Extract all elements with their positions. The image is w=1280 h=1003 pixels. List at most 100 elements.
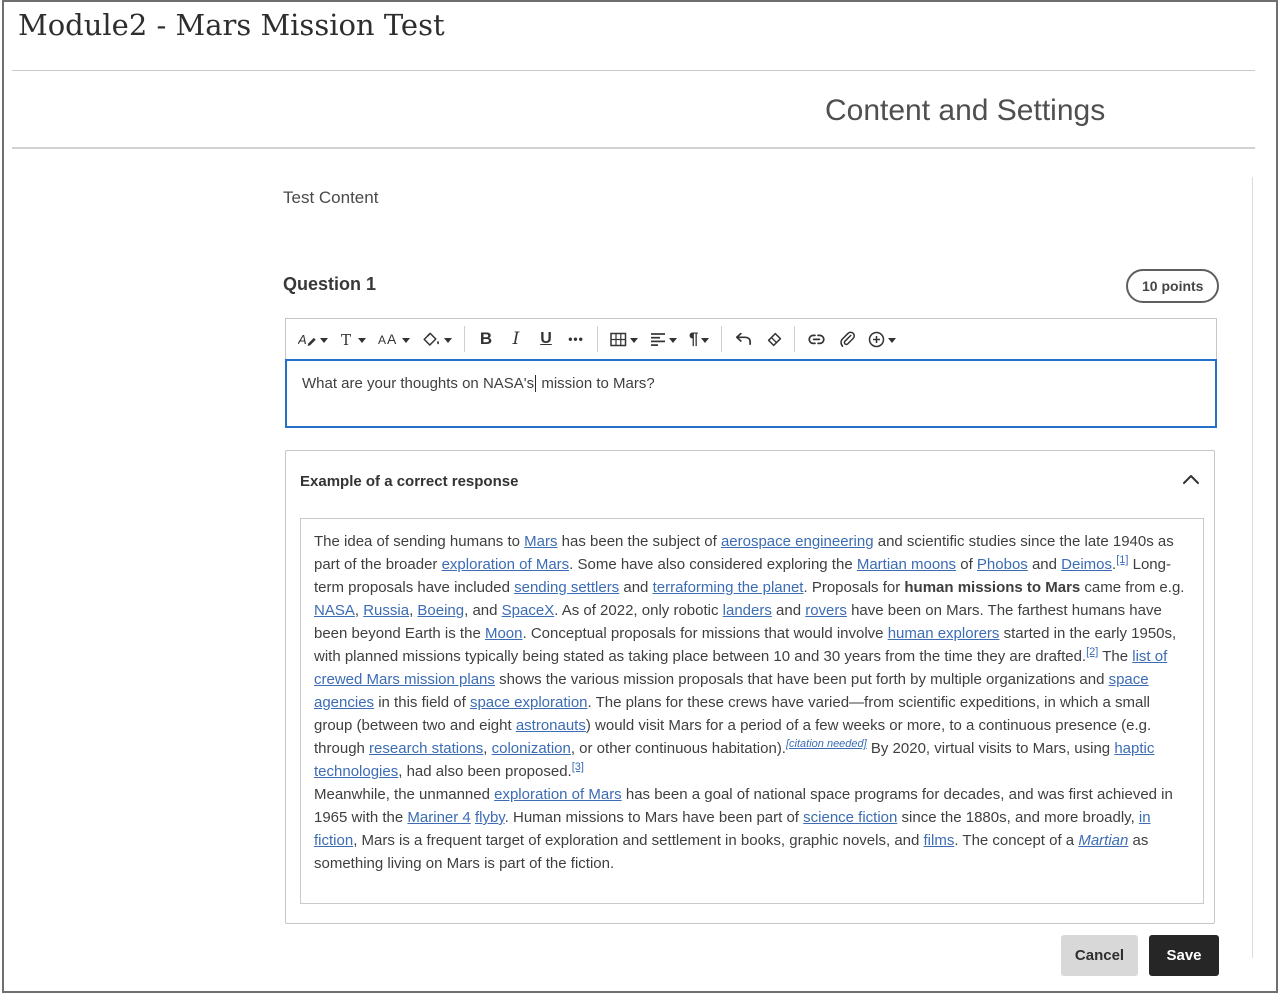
text-run: By 2020, virtual visits to Mars, using	[867, 740, 1115, 757]
text-color-button[interactable]: A	[292, 324, 334, 354]
header-divider-bottom	[12, 147, 1255, 149]
link-icon	[807, 333, 826, 346]
attachment-icon	[839, 331, 855, 348]
inline-link[interactable]: Phobos	[977, 556, 1028, 573]
undo-button[interactable]	[728, 324, 758, 354]
text-run: , or other continuous habitation).	[571, 740, 786, 757]
text-run: and	[619, 579, 652, 596]
inline-link[interactable]: Martian moons	[857, 556, 956, 573]
text-style-icon: T	[340, 331, 355, 348]
question-text-after-cursor: mission to Mars?	[537, 375, 655, 392]
inline-link[interactable]: Mariner 4	[407, 809, 470, 826]
more-options-button[interactable]: •••	[561, 324, 591, 354]
fill-color-button[interactable]	[416, 324, 458, 354]
paragraph-icon: ¶	[689, 329, 698, 349]
inline-link[interactable]: aerospace engineering	[721, 533, 874, 550]
text-run: has been the subject of	[557, 533, 720, 550]
inline-link[interactable]: [3]	[572, 761, 584, 773]
paragraph-button[interactable]: ¶	[683, 324, 715, 354]
caret-down-icon	[630, 338, 638, 343]
header-divider-top	[12, 70, 1255, 71]
inline-link[interactable]: exploration of Mars	[442, 556, 570, 573]
text-run: . The concept of a	[954, 832, 1078, 849]
text-cursor	[535, 375, 536, 392]
inline-link[interactable]: Martian	[1078, 832, 1128, 849]
svg-text:A: A	[298, 332, 307, 347]
table-icon	[610, 332, 627, 347]
inline-link[interactable]: [citation needed]	[786, 738, 867, 750]
save-button[interactable]: Save	[1149, 935, 1219, 976]
underline-button[interactable]: U	[531, 324, 561, 354]
text-run: , had also been proposed.	[398, 763, 571, 780]
inline-link[interactable]: Moon	[485, 625, 523, 642]
inline-link[interactable]: SpaceX	[502, 602, 555, 619]
link-button[interactable]	[801, 324, 832, 354]
inline-link[interactable]: Mars	[524, 533, 557, 550]
inline-link[interactable]: science fiction	[803, 809, 897, 826]
panel-title: Content and Settings	[825, 94, 1105, 128]
italic-button[interactable]: I	[501, 324, 531, 354]
undo-icon	[735, 332, 752, 346]
inline-link[interactable]: flyby	[475, 809, 505, 826]
inline-link[interactable]: colonization	[492, 740, 571, 757]
bold-icon: B	[480, 329, 492, 349]
text-run: , Mars is a frequent target of explorati…	[353, 832, 923, 849]
more-icon: •••	[568, 332, 584, 346]
inline-link[interactable]: terraforming the planet	[653, 579, 804, 596]
caret-down-icon	[888, 338, 896, 343]
question-text-input[interactable]: What are your thoughts on NASA's mission…	[285, 359, 1217, 428]
bold-button[interactable]: B	[471, 324, 501, 354]
text-run: The idea of sending humans to	[314, 533, 524, 550]
svg-text:A: A	[378, 333, 386, 347]
test-content-label: Test Content	[283, 188, 378, 208]
font-size-icon: AA	[378, 331, 399, 348]
text-run: in this field of	[374, 694, 470, 711]
table-button[interactable]	[604, 324, 644, 354]
caret-down-icon	[669, 338, 677, 343]
example-response-text[interactable]: The idea of sending humans to Mars has b…	[300, 518, 1204, 904]
text-run: , and	[464, 602, 502, 619]
font-size-button[interactable]: AA	[372, 324, 416, 354]
inline-link[interactable]: human explorers	[888, 625, 1000, 642]
toolbar-separator	[721, 326, 722, 352]
text-style-button[interactable]: T	[334, 324, 372, 354]
eraser-button[interactable]	[758, 324, 788, 354]
inline-link[interactable]: space exploration	[470, 694, 588, 711]
caret-down-icon	[320, 338, 328, 343]
inline-link[interactable]: Boeing	[417, 602, 464, 619]
text-run: Meanwhile, the unmanned	[314, 786, 494, 803]
inline-link[interactable]: films	[924, 832, 955, 849]
inline-link[interactable]: exploration of Mars	[494, 786, 622, 803]
example-response-section: Example of a correct response The idea o…	[285, 450, 1215, 924]
toolbar-separator	[464, 326, 465, 352]
inline-link[interactable]: NASA	[314, 602, 355, 619]
text-run: . Proposals for	[803, 579, 904, 596]
eraser-icon	[765, 332, 782, 347]
text-run: came from e.g.	[1080, 579, 1184, 596]
text-run: . Conceptual proposals for missions that…	[523, 625, 888, 642]
text-run: shows the various mission proposals that…	[495, 671, 1109, 688]
inline-link[interactable]: research stations	[369, 740, 483, 757]
points-badge[interactable]: 10 points	[1126, 269, 1219, 303]
inline-link[interactable]: Russia	[363, 602, 409, 619]
inline-link[interactable]: [2]	[1086, 646, 1098, 658]
toolbar-separator	[794, 326, 795, 352]
collapse-section-button[interactable]	[1180, 471, 1202, 490]
align-icon	[650, 332, 666, 347]
cancel-button[interactable]: Cancel	[1061, 935, 1138, 976]
inline-link[interactable]: [1]	[1116, 554, 1128, 566]
inline-link[interactable]: landers	[723, 602, 772, 619]
text-run: ,	[355, 602, 363, 619]
inline-link[interactable]: astronauts	[516, 717, 586, 734]
inline-link[interactable]: rovers	[805, 602, 847, 619]
attachment-button[interactable]	[832, 324, 862, 354]
caret-down-icon	[444, 338, 452, 343]
text-run: . As of 2022, only robotic	[554, 602, 722, 619]
caret-down-icon	[701, 338, 709, 343]
question-heading: Question 1	[283, 274, 376, 295]
inline-link[interactable]: sending settlers	[514, 579, 619, 596]
inline-link[interactable]: Deimos	[1061, 556, 1112, 573]
insert-content-button[interactable]	[862, 324, 902, 354]
example-response-header: Example of a correct response	[300, 473, 518, 490]
align-button[interactable]	[644, 324, 683, 354]
